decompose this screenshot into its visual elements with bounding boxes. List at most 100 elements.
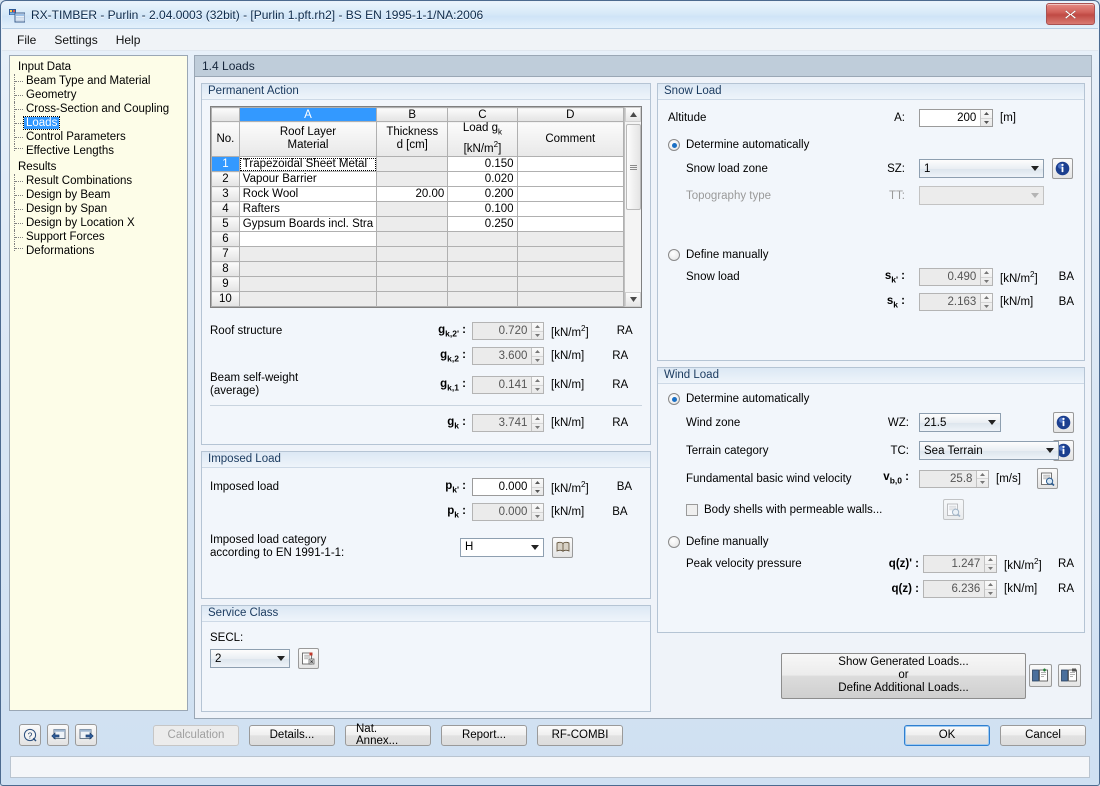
- pkprime-field[interactable]: [472, 478, 544, 496]
- cell-comment[interactable]: [516, 231, 625, 248]
- table-row[interactable]: 8: [211, 261, 625, 278]
- cell-thickness[interactable]: [376, 246, 449, 263]
- terrain-category-select[interactable]: Sea Terrain: [919, 441, 1059, 460]
- spin-up-icon[interactable]: [981, 294, 992, 303]
- column-header-a[interactable]: A: [238, 107, 378, 122]
- cell-material[interactable]: Trapezoidal Sheet Metal: [238, 156, 378, 173]
- cell-material[interactable]: Gypsum Boards incl. Stra: [238, 216, 378, 233]
- column-header-b[interactable]: B: [376, 107, 449, 122]
- gk2-field[interactable]: [472, 347, 544, 366]
- sidebar-item-loads[interactable]: Loads: [14, 116, 187, 130]
- cell-load[interactable]: 0.100: [447, 201, 518, 218]
- spin-up-icon[interactable]: [532, 415, 543, 424]
- cell-thickness[interactable]: [376, 201, 449, 218]
- sidebar-item-deformations[interactable]: Deformations: [14, 244, 187, 258]
- qz-input[interactable]: [924, 581, 985, 597]
- chevron-down-icon[interactable]: [1027, 166, 1043, 171]
- scroll-thumb[interactable]: [626, 124, 641, 210]
- spin-down-icon[interactable]: [532, 513, 543, 521]
- spinner-buttons[interactable]: [980, 110, 992, 126]
- sidebar-item-control-parameters[interactable]: Control Parameters: [14, 130, 187, 144]
- cell-load[interactable]: 0.250: [447, 216, 518, 233]
- table-row[interactable]: 2 Vapour Barrier 0.020: [211, 171, 625, 188]
- table-row[interactable]: 7: [211, 246, 625, 263]
- gk-field[interactable]: [472, 414, 544, 433]
- sk-input[interactable]: [920, 294, 981, 310]
- menu-item-settings[interactable]: Settings: [45, 31, 106, 49]
- cell-load[interactable]: 0.200: [447, 186, 518, 203]
- spinner-buttons[interactable]: [980, 294, 992, 310]
- scroll-track[interactable]: [625, 122, 641, 293]
- sidebar-item-design-by-location-x[interactable]: Design by Location X: [14, 216, 187, 230]
- cell-load[interactable]: [447, 276, 518, 293]
- cell-comment[interactable]: [516, 291, 625, 308]
- scroll-down-icon[interactable]: [625, 292, 641, 308]
- chevron-down-icon[interactable]: [527, 544, 543, 550]
- scroll-up-icon[interactable]: [625, 107, 641, 122]
- spin-down-icon[interactable]: [532, 386, 543, 394]
- cell-load[interactable]: 0.150: [447, 156, 518, 173]
- previous-page-button[interactable]: [47, 724, 69, 746]
- ok-button[interactable]: OK: [904, 724, 990, 746]
- cell-thickness[interactable]: [376, 276, 449, 293]
- spinner-buttons[interactable]: [984, 556, 996, 572]
- table-row[interactable]: 5 Gypsum Boards incl. Stra 0.250: [211, 216, 625, 233]
- service-class-select[interactable]: 2: [210, 649, 290, 668]
- wind-zone-info-button[interactable]: [1053, 412, 1074, 433]
- help-button[interactable]: ?: [19, 724, 41, 746]
- chevron-down-icon[interactable]: [273, 656, 289, 661]
- cell-material[interactable]: Vapour Barrier: [238, 171, 378, 188]
- vb0-field[interactable]: [919, 469, 989, 488]
- snow-manual-radio-row[interactable]: Define manually: [668, 249, 1074, 261]
- qzprime-input[interactable]: [924, 556, 985, 572]
- column-header-c[interactable]: C: [447, 107, 518, 122]
- rf-combi-button[interactable]: RF-COMBI: [537, 724, 623, 746]
- cell-material[interactable]: [238, 261, 378, 278]
- wind-zone-select[interactable]: 21.5: [919, 413, 1001, 432]
- cell-comment[interactable]: [516, 246, 625, 263]
- column-header-d[interactable]: D: [516, 107, 625, 122]
- cell-comment[interactable]: [516, 216, 625, 233]
- cell-thickness[interactable]: [376, 216, 449, 233]
- spin-up-icon[interactable]: [532, 348, 543, 357]
- cell-thickness[interactable]: [376, 156, 449, 173]
- qz-field[interactable]: [923, 580, 997, 598]
- report-button[interactable]: Report...: [441, 724, 527, 746]
- wind-determine-automatically-radio[interactable]: [668, 393, 680, 405]
- table-row[interactable]: 3 Rock Wool 20.00 0.200: [211, 186, 625, 203]
- vb0-input[interactable]: [920, 470, 977, 487]
- imposed-category-select[interactable]: H: [460, 537, 544, 557]
- cell-comment[interactable]: [516, 186, 625, 203]
- chevron-down-icon[interactable]: [1042, 448, 1058, 453]
- permeable-walls-checkbox[interactable]: [686, 503, 698, 516]
- table-row[interactable]: 9: [211, 276, 625, 293]
- gk1-field[interactable]: [472, 376, 544, 395]
- cancel-button[interactable]: Cancel: [1000, 724, 1086, 746]
- menu-item-file[interactable]: File: [8, 31, 45, 49]
- altitude-input[interactable]: [920, 110, 981, 126]
- cell-comment[interactable]: [516, 276, 625, 293]
- spinner-buttons[interactable]: [976, 470, 988, 487]
- spin-up-icon[interactable]: [981, 269, 992, 278]
- import-loads-icon-button[interactable]: [1029, 664, 1052, 687]
- service-class-info-button[interactable]: [298, 648, 319, 669]
- wind-velocity-lookup-button[interactable]: [1036, 468, 1058, 489]
- cell-load[interactable]: 0.020: [447, 171, 518, 188]
- chevron-down-icon[interactable]: [984, 420, 1000, 425]
- spin-up-icon[interactable]: [532, 323, 543, 332]
- spinner-buttons[interactable]: [531, 348, 543, 365]
- table-row[interactable]: 6: [211, 231, 625, 248]
- spin-down-icon[interactable]: [532, 357, 543, 365]
- sidebar-item-geometry[interactable]: Geometry: [14, 88, 187, 102]
- spin-down-icon[interactable]: [532, 424, 543, 432]
- sidebar-item-effective-lengths[interactable]: Effective Lengths: [14, 144, 187, 158]
- cell-load[interactable]: [447, 246, 518, 263]
- cell-material[interactable]: [238, 291, 378, 308]
- gk2prime-field[interactable]: [472, 322, 544, 341]
- snow-zone-info-button[interactable]: [1052, 158, 1073, 179]
- spin-up-icon[interactable]: [985, 556, 996, 565]
- calculation-button[interactable]: Calculation: [153, 724, 239, 746]
- cell-load[interactable]: [447, 291, 518, 308]
- spin-up-icon[interactable]: [977, 471, 988, 479]
- permeable-walls-detail-button[interactable]: [943, 499, 964, 520]
